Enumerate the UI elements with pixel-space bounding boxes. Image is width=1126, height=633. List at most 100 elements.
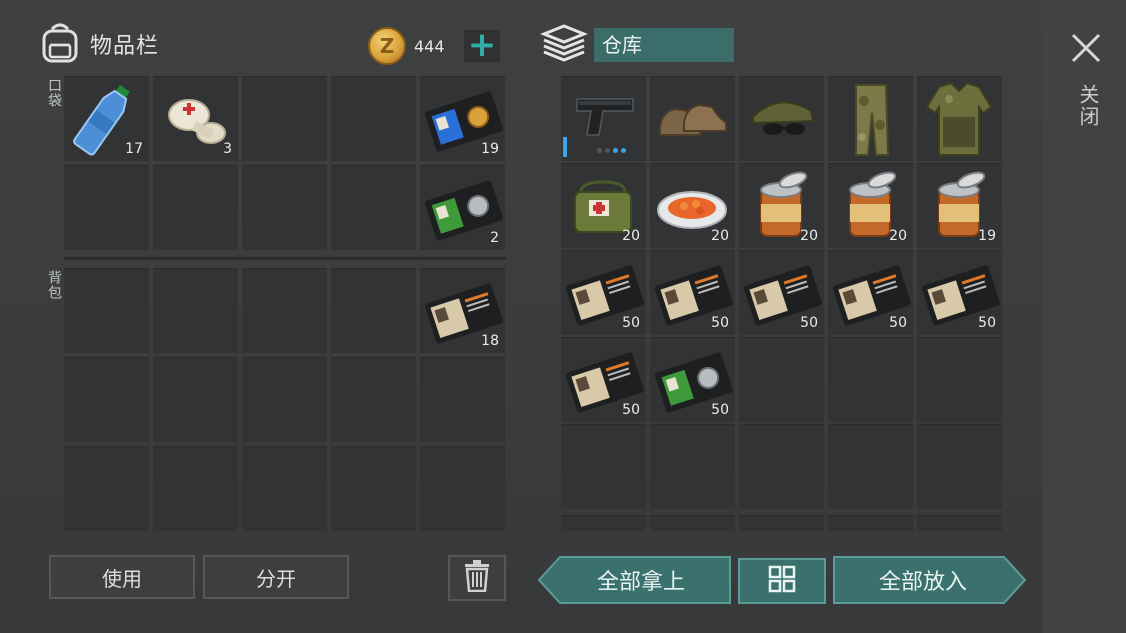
item-quantity: 20 xyxy=(800,228,818,244)
item-quantity: 50 xyxy=(622,402,640,418)
storage-title: 仓库 xyxy=(594,28,734,62)
storage-boxes-icon xyxy=(539,22,589,68)
item-quantity: 50 xyxy=(889,315,907,331)
storage-slot-empty[interactable] xyxy=(828,337,913,422)
cap-sunglasses-icon xyxy=(739,77,824,162)
grid-sort-icon xyxy=(768,565,796,597)
item-quantity: 50 xyxy=(800,315,818,331)
storage-slot-empty[interactable] xyxy=(650,515,735,531)
storage-slot-patrol-officer-id[interactable]: 50 xyxy=(917,250,1002,335)
boots-icon xyxy=(650,77,735,162)
inventory-header: 物品栏 xyxy=(40,22,159,66)
close-icon xyxy=(1071,33,1101,63)
storage-slot-empty[interactable] xyxy=(561,515,646,531)
item-quantity: 17 xyxy=(125,141,143,157)
pocket-slot-empty[interactable] xyxy=(331,76,416,161)
storage-slot-camo-pants[interactable] xyxy=(828,76,913,161)
storage-slot-canned-food[interactable]: 20 xyxy=(739,163,824,248)
backpack-slot-empty[interactable] xyxy=(64,446,149,531)
storage-slot-pistol[interactable] xyxy=(561,76,646,161)
storage-slot-carrot-plate[interactable]: 20 xyxy=(650,163,735,248)
item-quantity: 50 xyxy=(622,315,640,331)
item-quantity: 50 xyxy=(711,315,729,331)
pocket-slot-bandage[interactable]: 3 xyxy=(153,76,238,161)
backpack-slot-empty[interactable] xyxy=(242,446,327,531)
use-button[interactable]: 使用 xyxy=(49,555,195,599)
put-all-label: 全部放入 xyxy=(878,570,967,595)
item-quantity: 3 xyxy=(223,141,232,157)
section-divider xyxy=(64,257,506,260)
pocket-slot-empty[interactable] xyxy=(242,76,327,161)
backpack-label: 背包 xyxy=(46,270,62,300)
backpack-slot-empty[interactable] xyxy=(153,357,238,442)
pocket-slot-empty[interactable] xyxy=(153,165,238,250)
storage-slot-empty[interactable] xyxy=(917,424,1002,509)
pocket-slot-police-badge-green[interactable]: 2 xyxy=(420,165,505,250)
storage-slot-patrol-officer-id[interactable]: 50 xyxy=(739,250,824,335)
item-quantity: 19 xyxy=(481,141,499,157)
storage-slot-empty[interactable] xyxy=(828,424,913,509)
sort-button[interactable] xyxy=(738,558,826,604)
item-quantity: 18 xyxy=(481,333,499,349)
storage-slot-police-badge-green[interactable]: 50 xyxy=(650,337,735,422)
pocket-slot-empty[interactable] xyxy=(242,165,327,250)
storage-slot-empty[interactable] xyxy=(650,424,735,509)
close-button[interactable] xyxy=(1066,28,1106,68)
storage-slot-empty[interactable] xyxy=(917,337,1002,422)
storage-slot-empty[interactable] xyxy=(739,515,824,531)
storage-slot-patrol-officer-id[interactable]: 50 xyxy=(561,250,646,335)
pocket-slot-police-badge-blue[interactable]: 19 xyxy=(420,76,505,161)
storage-slot-cap-sunglasses[interactable] xyxy=(739,76,824,161)
trash-button[interactable] xyxy=(448,555,506,601)
storage-slot-empty[interactable] xyxy=(561,424,646,509)
storage-slot-empty[interactable] xyxy=(917,515,1002,531)
coin-icon: Z xyxy=(368,27,406,65)
storage-slot-empty[interactable] xyxy=(739,337,824,422)
item-quantity: 19 xyxy=(978,228,996,244)
durability-bar xyxy=(563,137,567,157)
storage-slot-empty[interactable] xyxy=(828,515,913,531)
put-all-button[interactable]: 全部放入 xyxy=(832,556,1026,604)
backpack-slot-empty[interactable] xyxy=(153,268,238,353)
backpack-slot-empty[interactable] xyxy=(420,357,505,442)
backpack-slot-empty[interactable] xyxy=(64,357,149,442)
storage-slot-patrol-officer-id[interactable]: 50 xyxy=(561,337,646,422)
plus-icon[interactable]: + xyxy=(464,28,500,62)
take-all-button[interactable]: 全部拿上 xyxy=(538,556,732,604)
backpack-slot-empty[interactable] xyxy=(420,446,505,531)
storage-slot-empty[interactable] xyxy=(739,424,824,509)
coin-count: 444 xyxy=(414,36,445,56)
storage-slot-patrol-officer-id[interactable]: 50 xyxy=(650,250,735,335)
storage-slot-canned-food[interactable]: 20 xyxy=(828,163,913,248)
storage-slot-patrol-officer-id[interactable]: 50 xyxy=(828,250,913,335)
item-quantity: 50 xyxy=(711,402,729,418)
pocket-label: 口袋 xyxy=(46,78,62,108)
storage-slot-camo-vest[interactable] xyxy=(917,76,1002,161)
storage-header: 仓库 xyxy=(539,22,734,68)
backpack-slot-empty[interactable] xyxy=(153,446,238,531)
camo-vest-icon xyxy=(917,77,1002,162)
storage-slot-canned-food[interactable]: 19 xyxy=(917,163,1002,248)
item-quantity: 20 xyxy=(711,228,729,244)
item-quantity: 20 xyxy=(622,228,640,244)
coin-display: Z 444 + xyxy=(368,26,506,66)
pocket-slot-empty[interactable] xyxy=(64,165,149,250)
backpack-slot-empty[interactable] xyxy=(331,268,416,353)
close-label[interactable]: 关闭 xyxy=(1074,84,1103,128)
pocket-slot-empty[interactable] xyxy=(331,165,416,250)
backpack-slot-empty[interactable] xyxy=(242,268,327,353)
backpack-slot-empty[interactable] xyxy=(331,446,416,531)
take-all-label: 全部拿上 xyxy=(596,570,685,595)
pocket-slot-water-bottle[interactable]: 17 xyxy=(64,76,149,161)
backpack-slot-empty[interactable] xyxy=(242,357,327,442)
inventory-title: 物品栏 xyxy=(90,34,160,59)
item-quantity: 50 xyxy=(978,315,996,331)
camo-pants-icon xyxy=(828,77,913,162)
backpack-slot-empty[interactable] xyxy=(331,357,416,442)
backpack-slot-patrol-officer-id[interactable]: 18 xyxy=(420,268,505,353)
storage-slot-boots[interactable] xyxy=(650,76,735,161)
backpack-slot-empty[interactable] xyxy=(64,268,149,353)
storage-slot-medkit-bag[interactable]: 20 xyxy=(561,163,646,248)
split-button[interactable]: 分开 xyxy=(203,555,349,599)
item-quantity: 20 xyxy=(889,228,907,244)
